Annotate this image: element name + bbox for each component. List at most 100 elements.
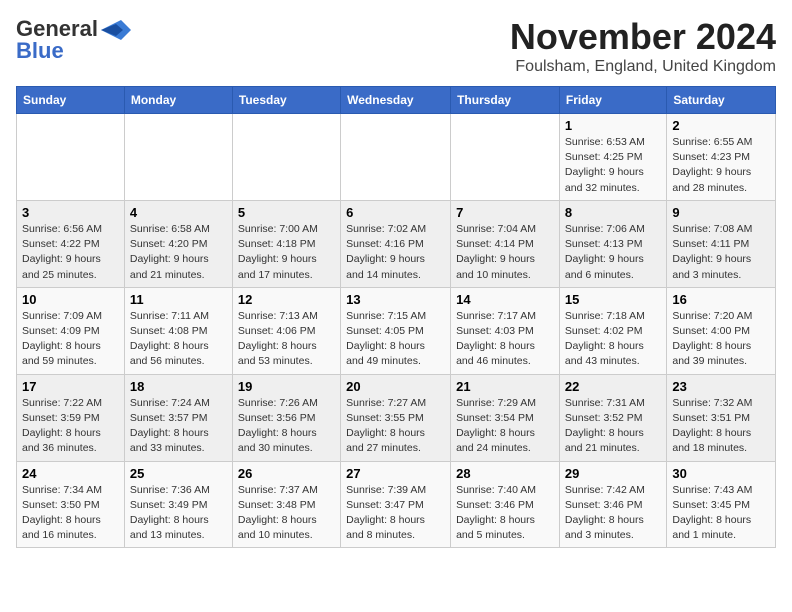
logo-arrow-icon	[101, 20, 131, 40]
day-number: 13	[346, 292, 445, 307]
day-info: Sunrise: 7:32 AM Sunset: 3:51 PM Dayligh…	[672, 396, 770, 457]
table-row: 1 Sunrise: 6:53 AM Sunset: 4:25 PM Daylig…	[559, 114, 666, 201]
day-number: 14	[456, 292, 554, 307]
day-number: 28	[456, 466, 554, 481]
day-number: 26	[238, 466, 335, 481]
table-row: 9 Sunrise: 7:08 AM Sunset: 4:11 PM Daylig…	[667, 200, 776, 287]
day-info: Sunrise: 7:31 AM Sunset: 3:52 PM Dayligh…	[565, 396, 661, 457]
header-sunday: Sunday	[17, 87, 125, 114]
table-row: 5 Sunrise: 7:00 AM Sunset: 4:18 PM Daylig…	[232, 200, 340, 287]
day-number: 20	[346, 379, 445, 394]
day-info: Sunrise: 7:34 AM Sunset: 3:50 PM Dayligh…	[22, 483, 119, 544]
table-row: 12 Sunrise: 7:13 AM Sunset: 4:06 PM Dayli…	[232, 287, 340, 374]
table-row	[451, 114, 560, 201]
day-info: Sunrise: 7:04 AM Sunset: 4:14 PM Dayligh…	[456, 222, 554, 283]
day-info: Sunrise: 7:02 AM Sunset: 4:16 PM Dayligh…	[346, 222, 445, 283]
page-header: General Blue November 2024 Foulsham, Eng…	[16, 16, 776, 76]
table-row: 11Sunrise: 7:11 AM Sunset: 4:08 PM Dayli…	[124, 287, 232, 374]
table-row: 26 Sunrise: 7:37 AM Sunset: 3:48 PM Dayli…	[232, 461, 340, 548]
header-monday: Monday	[124, 87, 232, 114]
day-info: Sunrise: 7:22 AM Sunset: 3:59 PM Dayligh…	[22, 396, 119, 457]
day-number: 10	[22, 292, 119, 307]
day-info: Sunrise: 7:43 AM Sunset: 3:45 PM Dayligh…	[672, 483, 770, 544]
day-number: 29	[565, 466, 661, 481]
table-row	[124, 114, 232, 201]
table-row: 25 Sunrise: 7:36 AM Sunset: 3:49 PM Dayli…	[124, 461, 232, 548]
header-wednesday: Wednesday	[341, 87, 451, 114]
day-info: Sunrise: 7:06 AM Sunset: 4:13 PM Dayligh…	[565, 222, 661, 283]
day-info: Sunrise: 6:55 AM Sunset: 4:23 PM Dayligh…	[672, 135, 770, 196]
table-row: 4Sunrise: 6:58 AM Sunset: 4:20 PM Daylig…	[124, 200, 232, 287]
logo-blue-text: Blue	[16, 38, 64, 64]
day-info: Sunrise: 7:15 AM Sunset: 4:05 PM Dayligh…	[346, 309, 445, 370]
table-row: 21Sunrise: 7:29 AM Sunset: 3:54 PM Dayli…	[451, 374, 560, 461]
table-row: 30 Sunrise: 7:43 AM Sunset: 3:45 PM Dayli…	[667, 461, 776, 548]
header-saturday: Saturday	[667, 87, 776, 114]
day-number: 17	[22, 379, 119, 394]
table-row: 14 Sunrise: 7:17 AM Sunset: 4:03 PM Dayli…	[451, 287, 560, 374]
header-friday: Friday	[559, 87, 666, 114]
day-number: 6	[346, 205, 445, 220]
table-row: 17 Sunrise: 7:22 AM Sunset: 3:59 PM Dayli…	[17, 374, 125, 461]
calendar-body: 1 Sunrise: 6:53 AM Sunset: 4:25 PM Daylig…	[17, 114, 776, 548]
calendar-header: Sunday Monday Tuesday Wednesday Thursday…	[17, 87, 776, 114]
day-number: 19	[238, 379, 335, 394]
table-row	[341, 114, 451, 201]
table-row: 27 Sunrise: 7:39 AM Sunset: 3:47 PM Dayli…	[341, 461, 451, 548]
day-info: Sunrise: 7:13 AM Sunset: 4:06 PM Dayligh…	[238, 309, 335, 370]
header-tuesday: Tuesday	[232, 87, 340, 114]
table-row: 19 Sunrise: 7:26 AM Sunset: 3:56 PM Dayli…	[232, 374, 340, 461]
table-row: 18 Sunrise: 7:24 AM Sunset: 3:57 PM Dayli…	[124, 374, 232, 461]
day-info: Sunrise: 7:37 AM Sunset: 3:48 PM Dayligh…	[238, 483, 335, 544]
day-number: 25	[130, 466, 227, 481]
month-title: November 2024	[510, 16, 776, 58]
day-number: 23	[672, 379, 770, 394]
day-number: 9	[672, 205, 770, 220]
table-row: 22 Sunrise: 7:31 AM Sunset: 3:52 PM Dayli…	[559, 374, 666, 461]
day-info: Sunrise: 7:09 AM Sunset: 4:09 PM Dayligh…	[22, 309, 119, 370]
table-row: 15 Sunrise: 7:18 AM Sunset: 4:02 PM Dayli…	[559, 287, 666, 374]
table-row	[232, 114, 340, 201]
day-info: Sunrise: 6:53 AM Sunset: 4:25 PM Dayligh…	[565, 135, 661, 196]
day-number: 1	[565, 118, 661, 133]
day-number: 30	[672, 466, 770, 481]
day-info: Sunrise: 7:17 AM Sunset: 4:03 PM Dayligh…	[456, 309, 554, 370]
table-row: 23 Sunrise: 7:32 AM Sunset: 3:51 PM Dayli…	[667, 374, 776, 461]
day-number: 22	[565, 379, 661, 394]
day-info: Sunrise: 7:11 AM Sunset: 4:08 PM Dayligh…	[130, 309, 227, 370]
calendar-table: Sunday Monday Tuesday Wednesday Thursday…	[16, 86, 776, 548]
day-info: Sunrise: 7:26 AM Sunset: 3:56 PM Dayligh…	[238, 396, 335, 457]
header-thursday: Thursday	[451, 87, 560, 114]
day-info: Sunrise: 7:08 AM Sunset: 4:11 PM Dayligh…	[672, 222, 770, 283]
day-number: 15	[565, 292, 661, 307]
day-info: Sunrise: 7:18 AM Sunset: 4:02 PM Dayligh…	[565, 309, 661, 370]
day-info: Sunrise: 6:58 AM Sunset: 4:20 PM Dayligh…	[130, 222, 227, 283]
day-number: 27	[346, 466, 445, 481]
day-number: 7	[456, 205, 554, 220]
day-info: Sunrise: 7:00 AM Sunset: 4:18 PM Dayligh…	[238, 222, 335, 283]
location: Foulsham, England, United Kingdom	[510, 58, 776, 76]
table-row	[17, 114, 125, 201]
day-info: Sunrise: 7:36 AM Sunset: 3:49 PM Dayligh…	[130, 483, 227, 544]
day-number: 16	[672, 292, 770, 307]
day-info: Sunrise: 7:39 AM Sunset: 3:47 PM Dayligh…	[346, 483, 445, 544]
day-number: 18	[130, 379, 227, 394]
table-row: 8 Sunrise: 7:06 AM Sunset: 4:13 PM Daylig…	[559, 200, 666, 287]
day-number: 12	[238, 292, 335, 307]
title-block: November 2024 Foulsham, England, United …	[510, 16, 776, 76]
table-row: 24 Sunrise: 7:34 AM Sunset: 3:50 PM Dayli…	[17, 461, 125, 548]
day-info: Sunrise: 6:56 AM Sunset: 4:22 PM Dayligh…	[22, 222, 119, 283]
table-row: 3 Sunrise: 6:56 AM Sunset: 4:22 PM Daylig…	[17, 200, 125, 287]
table-row: 20 Sunrise: 7:27 AM Sunset: 3:55 PM Dayli…	[341, 374, 451, 461]
logo: General Blue	[16, 16, 131, 64]
day-number: 21	[456, 379, 554, 394]
table-row: 2Sunrise: 6:55 AM Sunset: 4:23 PM Daylig…	[667, 114, 776, 201]
day-number: 24	[22, 466, 119, 481]
day-info: Sunrise: 7:27 AM Sunset: 3:55 PM Dayligh…	[346, 396, 445, 457]
day-info: Sunrise: 7:24 AM Sunset: 3:57 PM Dayligh…	[130, 396, 227, 457]
day-number: 8	[565, 205, 661, 220]
table-row: 10 Sunrise: 7:09 AM Sunset: 4:09 PM Dayli…	[17, 287, 125, 374]
table-row: 29Sunrise: 7:42 AM Sunset: 3:46 PM Dayli…	[559, 461, 666, 548]
day-number: 3	[22, 205, 119, 220]
day-number: 5	[238, 205, 335, 220]
